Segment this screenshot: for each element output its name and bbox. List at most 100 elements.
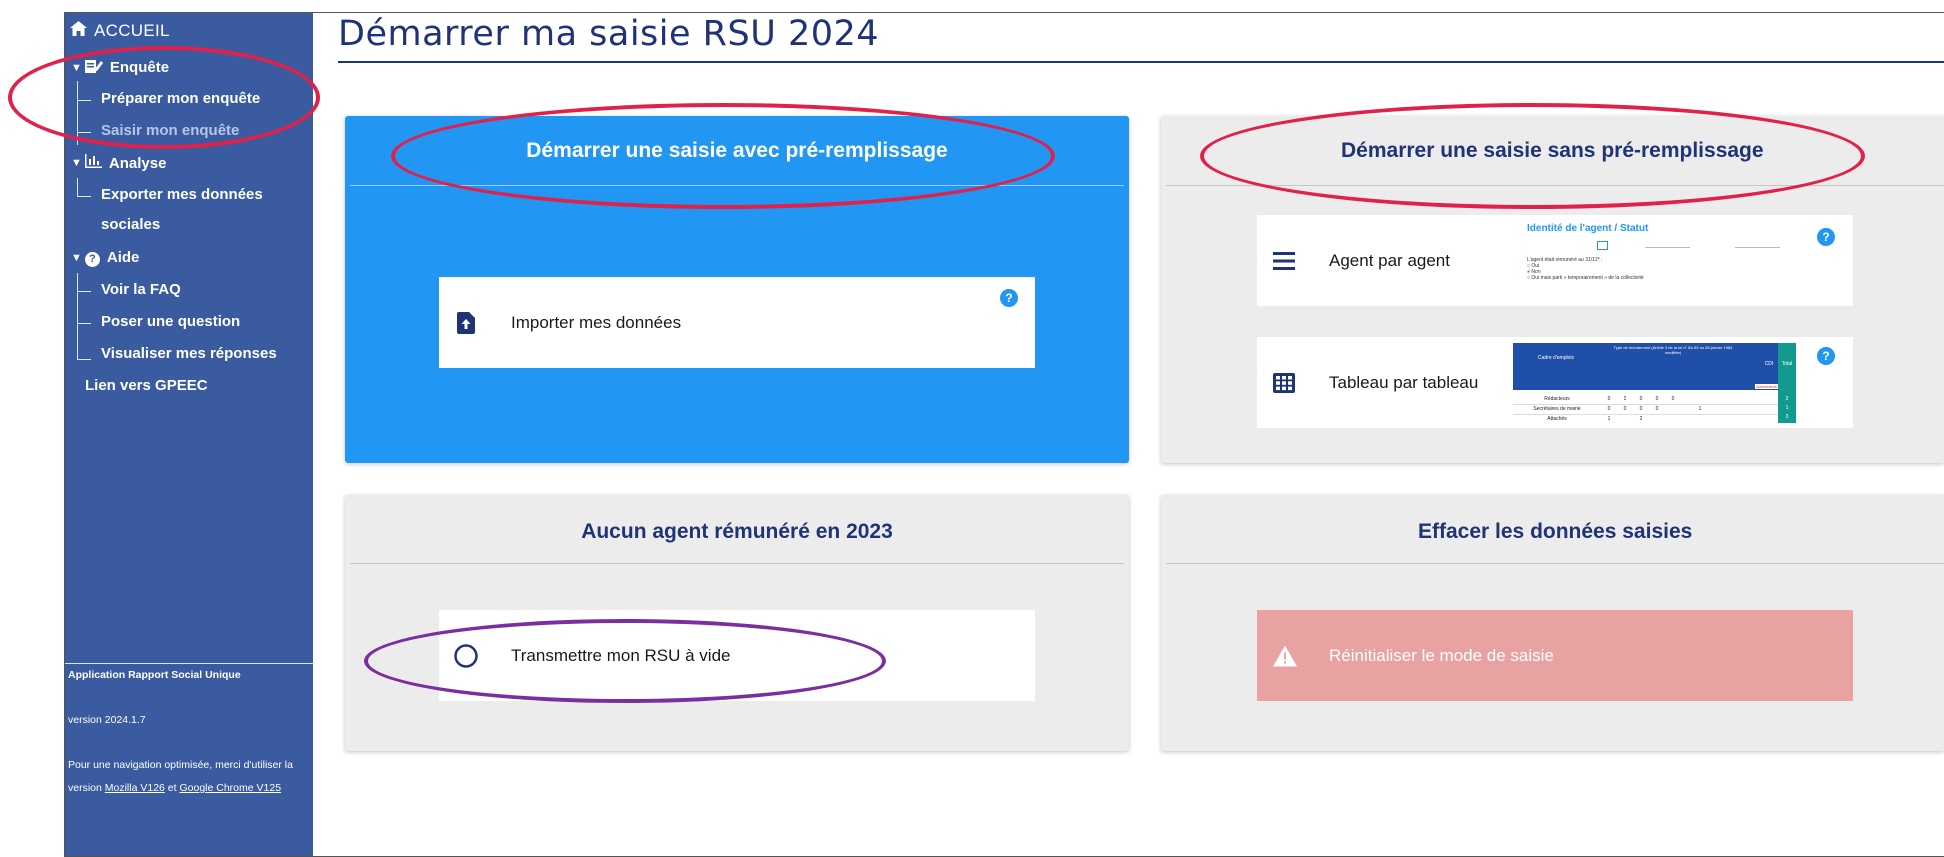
preview-col-header: Cadre d'emplois xyxy=(1538,355,1574,361)
card-reset: Effacer les données saisies Réinitialise… xyxy=(1161,495,1944,751)
transmit-empty-rsu-label: Transmettre mon RSU à vide xyxy=(511,645,731,665)
sidebar-group-enquete[interactable]: ▼ Enquête xyxy=(71,58,169,77)
preview-cdi: CDI xyxy=(1760,343,1778,385)
tree-line xyxy=(77,273,78,360)
sidebar-item-label: Préparer mon enquête xyxy=(101,90,261,107)
preview-row-label: Attachés xyxy=(1547,416,1567,422)
sidebar-item-label: Voir la FAQ xyxy=(101,281,181,298)
preview-cell: 1 xyxy=(1698,406,1702,412)
sidebar-item-visualiser-reponses[interactable]: Visualiser mes réponses xyxy=(101,345,277,362)
help-icon[interactable]: ? xyxy=(1817,228,1835,246)
preview-cell: 0 xyxy=(1639,396,1643,402)
reset-mode-button[interactable]: Réinitialiser le mode de saisie xyxy=(1257,610,1853,701)
preview-cell: 2 xyxy=(1623,396,1627,402)
card-divider xyxy=(1166,563,1944,564)
sidebar-item-saisir[interactable]: Saisir mon enquête xyxy=(101,122,239,139)
preview-option-label: Oui mais parti « temporairement » de la … xyxy=(1531,275,1644,281)
card-prefill-title: Démarrer une saisie avec pré-remplissage xyxy=(526,138,948,162)
preview-cell: 0 xyxy=(1607,396,1611,402)
survey-edit-icon xyxy=(84,58,103,77)
sidebar-item-exporter-cont[interactable]: sociales xyxy=(101,216,160,233)
card-divider xyxy=(350,563,1124,564)
agent-by-agent-button[interactable]: Agent par agent Identité de l'agent / St… xyxy=(1257,215,1853,306)
sidebar-item-label: Lien vers GPEEC xyxy=(85,377,208,394)
sidebar-group-analyse[interactable]: ▼ Analyse xyxy=(71,154,166,172)
preview-row: Secrétaires de mairie 0 0 0 0 1 xyxy=(1513,405,1778,415)
sidebar: ACCUEIL ▼ Enquête Préparer mon enquête S… xyxy=(65,13,313,856)
help-circle-icon: ? xyxy=(84,249,100,267)
tree-tick xyxy=(77,100,91,101)
preview-cell: 0 xyxy=(1655,406,1659,412)
mozilla-link[interactable]: Mozilla V126 xyxy=(105,782,165,794)
table-by-table-button[interactable]: Tableau par tableau Cadre d'emplois Type… xyxy=(1257,337,1853,428)
preview-total-cell: 2 xyxy=(1785,396,1789,402)
preview-rows: Rédacteurs 0 2 0 0 0 Secrétaires de mair… xyxy=(1513,395,1778,423)
card-divider xyxy=(1166,185,1944,186)
tree-line xyxy=(77,81,78,145)
tree-tick xyxy=(77,132,91,133)
preview-cell: 0 xyxy=(1607,406,1611,412)
agent-by-agent-label: Agent par agent xyxy=(1329,250,1450,270)
preview-field xyxy=(1735,247,1780,248)
sidebar-item-gpeec[interactable]: Lien vers GPEEC xyxy=(85,377,208,394)
preview-row: Rédacteurs 0 2 0 0 0 xyxy=(1513,395,1778,405)
grid-table-icon xyxy=(1273,372,1295,393)
app-name: Application Rapport Social Unique xyxy=(68,669,241,681)
preview-group-header: Type de recrutement (Article 3 de la loi… xyxy=(1613,345,1733,355)
sidebar-group-aide[interactable]: ▼ ? Aide xyxy=(71,249,139,267)
card-prefill: Démarrer une saisie avec pré-remplissage… xyxy=(345,116,1129,463)
import-data-button[interactable]: Importer mes données ? xyxy=(439,277,1035,368)
transmit-empty-rsu-option[interactable]: Transmettre mon RSU à vide xyxy=(439,610,1035,701)
help-icon[interactable]: ? xyxy=(1000,289,1018,307)
tree-line xyxy=(77,178,78,196)
preview-section-bar xyxy=(1513,385,1778,390)
preview-cell: 0 xyxy=(1671,396,1675,402)
import-data-label: Importer mes données xyxy=(511,312,682,332)
help-icon[interactable]: ? xyxy=(1817,347,1835,365)
agent-form-preview: Identité de l'agent / Statut L'agent éta… xyxy=(1525,223,1785,299)
sidebar-item-faq[interactable]: Voir la FAQ xyxy=(101,281,181,298)
preview-row-label: Secrétaires de mairie xyxy=(1533,406,1581,412)
page-title: Démarrer ma saisie RSU 2024 xyxy=(338,14,880,54)
tree-tick xyxy=(77,359,91,360)
warning-icon xyxy=(1273,645,1297,666)
app-version: version 2024.1.7 xyxy=(68,714,146,726)
browser-note-line1: Pour une navigation optimisée, merci d'u… xyxy=(68,759,293,771)
card-divider xyxy=(350,185,1124,186)
sidebar-group-label: Analyse xyxy=(108,154,167,172)
list-lines-icon xyxy=(1273,251,1295,270)
preview-title: Identité de l'agent / Statut xyxy=(1527,223,1649,234)
tree-tick xyxy=(77,196,91,197)
sidebar-item-label: Poser une question xyxy=(101,313,241,330)
caret-down-icon: ▼ xyxy=(71,61,82,74)
sidebar-item-poser-question[interactable]: Poser une question xyxy=(101,313,240,330)
tree-tick xyxy=(77,291,91,292)
preview-total-cell: 3 xyxy=(1785,414,1789,420)
sidebar-group-label: Enquête xyxy=(109,59,170,76)
browser-note-line2: version Mozilla V126 et Google Chrome V1… xyxy=(68,777,281,800)
preview-option: ○ Oui mais parti « temporairement » de l… xyxy=(1527,275,1644,281)
browser-note-mid: et xyxy=(164,782,180,794)
sidebar-item-label: Exporter mes données xyxy=(101,186,263,203)
sidebar-item-exporter[interactable]: Exporter mes données xyxy=(101,186,263,203)
preview-cell: 0 xyxy=(1655,396,1659,402)
table-preview: Cadre d'emplois Type de recrutement (Art… xyxy=(1513,343,1796,423)
preview-row: Attachés 1 2 xyxy=(1513,415,1778,423)
caret-down-icon: ▼ xyxy=(71,157,82,169)
browser-note-prefix: version xyxy=(68,782,105,794)
bar-chart-icon xyxy=(84,154,102,172)
chrome-link[interactable]: Google Chrome V125 xyxy=(179,782,281,794)
preview-row-label: Rédacteurs xyxy=(1544,396,1570,402)
preview-cell: 2 xyxy=(1639,416,1643,422)
preview-section: Administrati xyxy=(1755,384,1778,389)
title-underline xyxy=(338,61,1944,63)
sidebar-group-label: Aide xyxy=(106,249,140,267)
card-reset-title: Effacer les données saisies xyxy=(1418,519,1693,543)
home-icon xyxy=(70,21,87,41)
sidebar-item-accueil[interactable]: ACCUEIL xyxy=(70,21,170,41)
sidebar-item-preparer[interactable]: Préparer mon enquête xyxy=(101,90,260,107)
card-no-agent: Aucun agent rémunéré en 2023 Transmettre… xyxy=(345,495,1129,751)
caret-down-icon: ▼ xyxy=(71,251,82,264)
preview-cell: 1 xyxy=(1607,416,1611,422)
card-no-prefill: Démarrer une saisie sans pré-remplissage… xyxy=(1161,116,1944,463)
